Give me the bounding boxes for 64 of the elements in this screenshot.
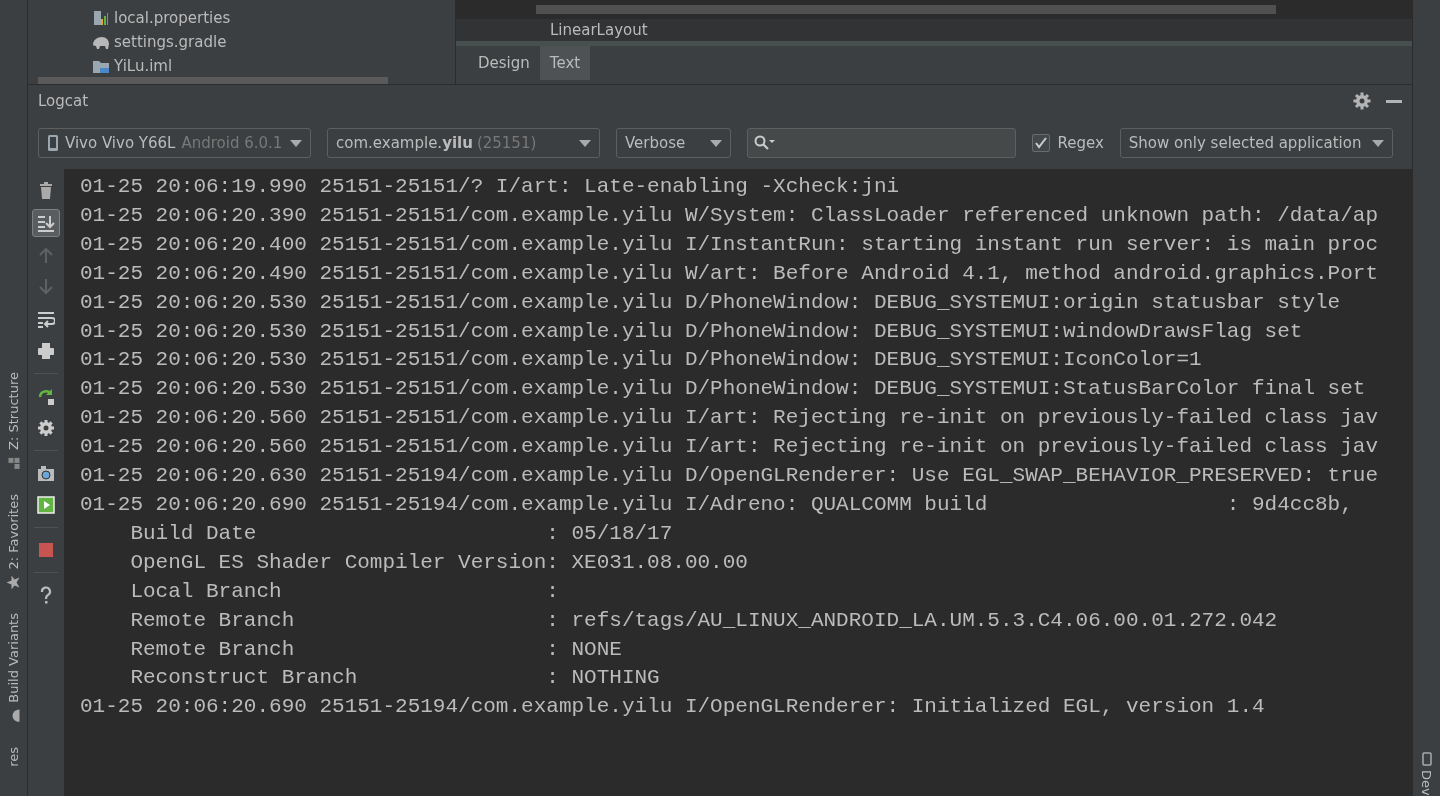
trash-icon [37,182,55,200]
stop-icon [37,541,55,559]
log-line: 01-25 20:06:20.690 25151-25194/com.example.yilu I/OpenGLRenderer: Initialized EGL, version 1.4 [80,694,1265,721]
filter-dropdown[interactable]: Show only selected application [1119,128,1393,158]
tree-item[interactable]: YiLu.iml [114,54,173,78]
log-line: 01-25 20:06:20.690 25151-25194/com.example.yilu I/Adreno: QUALCOMM build : 9d4cc8b, [80,491,1353,518]
log-line: Remote Branch : NONE [129,636,622,663]
help-icon [40,586,52,604]
breadcrumb[interactable]: LinearLayout [550,18,648,42]
regex-checkbox[interactable] [1032,134,1050,152]
tool-window-tab[interactable]: res [3,747,24,767]
log-line: Build Date : 05/18/17 [129,520,673,547]
minimize-icon[interactable] [1386,99,1402,103]
log-line: OpenGL ES Shader Compiler Version: XE031.08.00.00 [129,549,748,576]
chart-file-icon [92,10,110,26]
up-arrow-icon [37,246,55,264]
device-dropdown[interactable]: Vivo Vivo Y66L Android 6.0.1 [38,128,311,158]
log-line: 01-25 20:06:20.490 25151-25151/com.example.yilu W/art: Before Android 4.1, method android.graphics.Port [80,260,1378,287]
settings-icon [37,419,55,437]
level-dropdown[interactable]: Verbose [616,128,731,158]
scrollbar[interactable] [38,77,388,84]
camera-icon [37,464,55,482]
log-line: 01-25 20:06:19.990 25151-25151/? I/art: Late-enabling -Xcheck:jni [80,174,900,200]
log-line: 01-25 20:06:20.560 25151-25151/com.example.yilu I/art: Rejecting re-init on previously-failed class jav [80,434,1378,461]
log-line: 01-25 20:06:20.530 25151-25151/com.example.yilu D/PhoneWindow: DEBUG_SYSTEMUI:windowDrawsFlag set [80,318,1303,345]
caret-icon [710,139,722,147]
tree-item[interactable]: settings.gradle [114,30,227,54]
caret-icon [290,139,302,147]
scroll-to-end-icon [37,214,55,232]
caret-icon [579,139,591,147]
star-icon [6,575,21,590]
restart-icon [37,387,55,405]
tool-window-tab[interactable]: Dev [1416,770,1437,796]
log-line: Remote Branch : refs/tags/AU_LINUX_ANDROID_LA.UM.5.3.C4.06.00.01.272.042 [129,607,1278,634]
log-line: 01-25 20:06:20.560 25151-25151/com.example.yilu I/art: Rejecting re-init on previously-failed class jav [80,405,1378,432]
log-line: 01-25 20:06:20.530 25151-25151/com.example.yilu D/PhoneWindow: DEBUG_SYSTEMUI:IconColor=1 [80,347,1202,374]
wrap-icon [37,310,55,328]
log-line: Local Branch : [129,578,559,605]
caret-icon [1371,139,1384,147]
editor-tab[interactable]: Text [539,46,591,80]
video-icon [37,496,55,514]
search-icon [754,135,776,151]
structure-icon [6,455,21,470]
phone-icon [47,134,59,152]
search-field[interactable] [747,128,1016,158]
log-line: 01-25 20:06:20.530 25151-25151/com.example.yilu D/PhoneWindow: DEBUG_SYSTEMUI:StatusBarColor final set [80,376,1366,403]
tool-window-tab[interactable]: Z: Structure [3,372,24,450]
tool-window-tab[interactable]: 2: Favorites [3,493,24,570]
settings-icon[interactable] [1353,92,1371,110]
checkbox-label: Regex [1057,132,1104,154]
down-arrow-icon [37,278,55,296]
tree-item[interactable]: local.properties [114,6,231,30]
log-line: 01-25 20:06:20.630 25151-25194/com.example.yilu D/OpenGLRenderer: Use EGL_SWAP_BEHAVIOR_PRESERVED: true [80,463,1378,490]
elephant-icon [92,34,110,50]
folder-icon [92,58,110,74]
log-line: 01-25 20:06:20.390 25151-25151/com.example.yilu W/System: ClassLoader referenced unknown path: /data/ap [80,202,1378,229]
panel-title: Logcat [38,90,89,112]
phone-icon[interactable] [1419,752,1434,767]
log-line: 01-25 20:06:20.530 25151-25151/com.example.yilu D/PhoneWindow: DEBUG_SYSTEMUI:origin statusbar style [80,289,1341,316]
scrollbar[interactable] [536,5,1276,14]
tool-window-tab[interactable]: Build Variants [3,613,24,704]
process-dropdown[interactable]: com.example.yilu (25151) [327,128,600,158]
log-line: Reconstruct Branch : NOTHING [129,665,660,692]
log-line: 01-25 20:06:20.400 25151-25151/com.example.yilu I/InstantRun: starting instant run server: is main proc [80,231,1378,258]
